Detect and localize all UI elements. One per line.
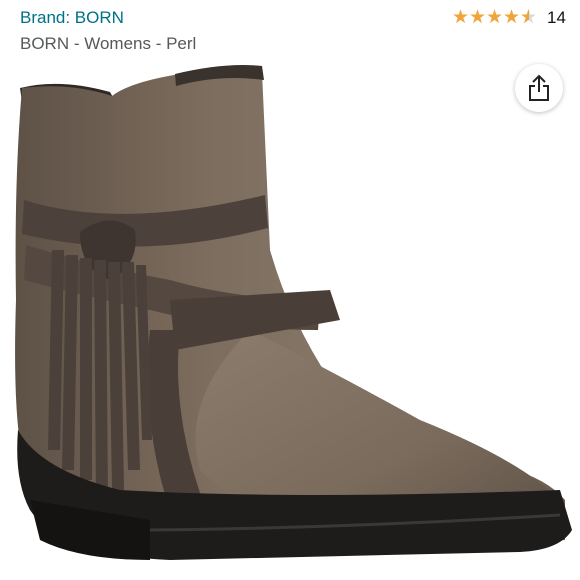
star-icon: ★	[469, 7, 487, 28]
product-header: Brand: BORN BORN - Womens - Perl ★ ★ ★ ★…	[0, 0, 580, 62]
share-icon	[529, 74, 549, 101]
product-title: BORN - Womens - Perl	[20, 34, 197, 53]
star-rating: ★ ★ ★ ★ ★	[452, 7, 537, 29]
half-star-icon: ★	[520, 8, 537, 29]
share-button[interactable]	[515, 64, 563, 112]
star-icon: ★	[452, 7, 470, 28]
brand-link[interactable]: Brand: BORN	[20, 8, 124, 28]
product-image	[15, 65, 572, 560]
rating[interactable]: ★ ★ ★ ★ ★ 14	[452, 7, 566, 29]
star-icon: ★	[503, 7, 521, 28]
product-image-area[interactable]	[0, 62, 580, 580]
review-count[interactable]: 14	[547, 8, 566, 28]
star-icon: ★	[486, 7, 504, 28]
